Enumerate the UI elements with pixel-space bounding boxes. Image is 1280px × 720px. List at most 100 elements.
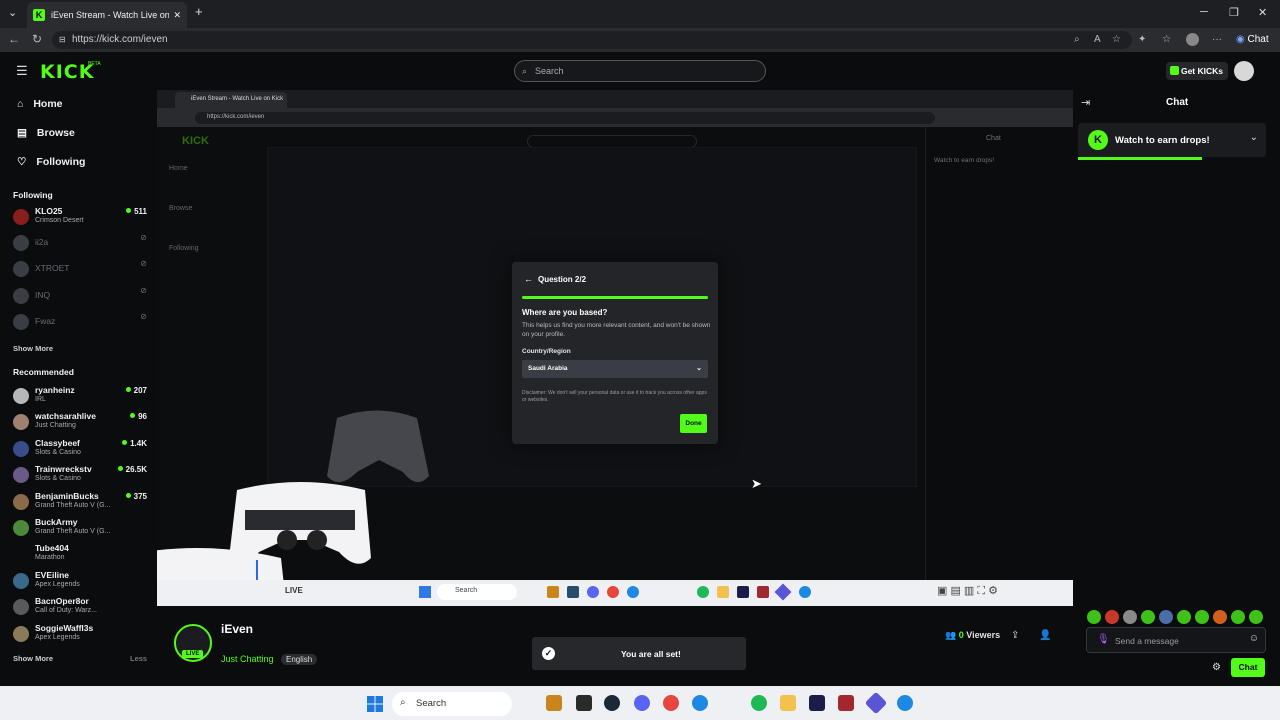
browser-address-bar: ← ↻ ⊟ https://kick.com/ieven ⌕ A ☆ ✦ ☆ ·… — [0, 28, 1280, 52]
sidebar-channel-bacnoper8or[interactable]: BacnOper8or Call of Duty: Warz... — [13, 595, 147, 621]
tab-close-icon[interactable]: ✕ — [173, 10, 181, 21]
sidebar-channel-trainwreckstv[interactable]: Trainwreckstv Slots & Casino 26.5K — [13, 463, 147, 489]
sidebar-channel-eveiline[interactable]: EVEiline Apex Legends — [13, 569, 147, 595]
discord-icon[interactable] — [634, 695, 650, 711]
nav-home[interactable]: ⌂ Home — [17, 98, 63, 110]
check-icon: ✓ — [542, 647, 555, 660]
chevron-down-icon[interactable]: ⌄ — [1250, 132, 1258, 143]
copilot-button[interactable]: ◉ Chat — [1236, 34, 1269, 45]
epic-games-icon[interactable] — [576, 695, 592, 711]
channel-name: BuckArmy — [35, 517, 78, 527]
emote-icon[interactable] — [1105, 610, 1119, 624]
site-info-icon[interactable]: ⊟ — [59, 31, 66, 49]
avatar — [13, 235, 29, 251]
browser-tab-kick[interactable]: K iEven Stream - Watch Live on Kick ✕ — [27, 2, 187, 28]
emote-icon[interactable] — [1087, 610, 1101, 624]
profile-avatar-icon[interactable] — [1186, 33, 1199, 46]
microphone-icon[interactable]: 🎙 — [1097, 634, 1110, 645]
after-effects-icon[interactable] — [809, 695, 825, 711]
emote-icon[interactable] — [1141, 610, 1155, 624]
sidebar-channel-benjaminbucks[interactable]: BenjaminBucks Grand Theft Auto V (G... 3… — [13, 490, 147, 516]
kick-logo[interactable]: KICK — [40, 61, 94, 83]
emote-icon[interactable] — [1213, 610, 1227, 624]
app-icon[interactable] — [864, 691, 888, 715]
sidebar-channel-ii2a[interactable]: ii2a ⊘ — [13, 231, 147, 257]
stream-player[interactable]: iEven Stream - Watch Live on Kick https:… — [157, 90, 1073, 606]
rockstar-icon[interactable] — [546, 695, 562, 711]
emote-icon[interactable] — [1195, 610, 1209, 624]
nav-following[interactable]: ♡ Following — [17, 156, 85, 168]
maximize-icon[interactable]: ❐ — [1229, 6, 1239, 19]
chat-settings-icon[interactable]: ⚙ — [1212, 662, 1221, 673]
sidebar-channel-ryanheinz[interactable]: ryanheinz IRL 207 — [13, 384, 147, 410]
more-menu-icon[interactable]: ··· — [1212, 34, 1222, 45]
sidebar-channel-tube404[interactable]: Tube404 Marathon — [13, 542, 147, 568]
streamer-name[interactable]: iEven — [221, 622, 253, 636]
emote-icon[interactable] — [1177, 610, 1191, 624]
nav-browse[interactable]: ▤ Browse — [17, 127, 75, 139]
chat-message-input[interactable]: 🎙 Send a message ☺ — [1086, 627, 1266, 653]
minimize-icon[interactable]: ─ — [1200, 6, 1208, 18]
favorites-icon[interactable]: ☆ — [1162, 34, 1171, 45]
favorite-star-icon[interactable]: ☆ — [1112, 34, 1121, 45]
spotify-icon[interactable] — [751, 695, 767, 711]
viewers-number: 0 — [958, 630, 964, 640]
emote-icon[interactable] — [1231, 610, 1245, 624]
emote-icon[interactable] — [1249, 610, 1263, 624]
sidebar-channel-classybeef[interactable]: Classybeef Slots & Casino 1.4K — [13, 437, 147, 463]
app-icon[interactable] — [838, 695, 854, 711]
channel-category: Slots & Casino — [35, 449, 81, 456]
sidebar-channel-xtroet[interactable]: XTROET ⊘ — [13, 257, 147, 283]
drops-banner[interactable]: K Watch to earn drops! ⌄ — [1078, 123, 1266, 157]
avatar — [13, 388, 29, 404]
sidebar-channel-klo25[interactable]: KLO25 Crimson Desert 511 — [13, 205, 147, 231]
tab-list-icon[interactable]: ⌄ — [8, 6, 17, 19]
chrome-icon[interactable] — [663, 695, 679, 711]
edge-icon[interactable] — [897, 695, 913, 711]
send-chat-button[interactable]: Chat — [1231, 658, 1265, 677]
back-arrow-icon[interactable]: ← — [524, 274, 533, 284]
sidebar-channel-watchsarahlive[interactable]: watchsarahlive Just Chatting 96 — [13, 410, 147, 436]
emote-icon[interactable] — [1123, 610, 1137, 624]
collapse-chat-icon[interactable]: ⇥ — [1081, 96, 1090, 109]
country-select[interactable]: Saudi Arabia ⌄ — [522, 360, 708, 378]
hamburger-menu-icon[interactable]: ☰ — [16, 63, 28, 79]
read-aloud-icon[interactable]: A — [1094, 34, 1101, 45]
taskbar-search[interactable]: ⌕ Search — [392, 692, 512, 716]
language-tag[interactable]: English — [281, 654, 318, 665]
player-controls-icon[interactable]: ▣ ▤ ▥ ⛶ ⚙ — [937, 584, 998, 598]
url-field[interactable]: ⊟ https://kick.com/ieven — [52, 31, 1132, 49]
close-window-icon[interactable]: ✕ — [1258, 6, 1267, 19]
windows-start-icon[interactable] — [367, 696, 383, 712]
sidebar-channel-soggiewaffl3s[interactable]: SoggieWaffl3s Apex Legends — [13, 622, 147, 648]
sidebar-channel-fwaz[interactable]: Fwaz ⊘ — [13, 310, 147, 336]
show-more-following[interactable]: Show More — [13, 344, 53, 353]
show-more-recommended[interactable]: Show More — [13, 654, 53, 663]
emote-icon[interactable] — [1159, 610, 1173, 624]
stream-category[interactable]: Just Chatting — [221, 654, 274, 664]
file-explorer-icon[interactable] — [780, 695, 796, 711]
sidebar-channel-inq[interactable]: INQ ⊘ — [13, 284, 147, 310]
new-tab-button[interactable]: + — [195, 4, 203, 19]
avatar — [13, 599, 29, 615]
show-less-recommended[interactable]: Less — [130, 654, 147, 663]
get-kicks-button[interactable]: Get KICKs — [1166, 62, 1228, 80]
zoom-icon[interactable]: ⌕ — [1074, 34, 1080, 45]
channel-name: Trainwreckstv — [35, 464, 92, 474]
steam-icon[interactable] — [604, 695, 620, 711]
channel-category: Grand Theft Auto V (G... — [35, 528, 111, 535]
user-avatar[interactable] — [1234, 61, 1254, 81]
emoji-icon[interactable]: ☺ — [1249, 633, 1259, 644]
share-icon[interactable]: ⇪ — [1011, 630, 1019, 641]
sidebar-channel-buckarmy[interactable]: BuckArmy Grand Theft Auto V (G... — [13, 516, 147, 542]
search-input[interactable]: ⌕ Search — [514, 60, 766, 82]
done-button[interactable]: Done — [680, 414, 707, 433]
channel-name: BenjaminBucks — [35, 491, 99, 501]
channel-category: Slots & Casino — [35, 475, 81, 482]
reload-icon[interactable]: ↻ — [32, 32, 42, 46]
app-icon[interactable] — [692, 695, 708, 711]
follow-icon[interactable]: 👤 — [1039, 630, 1051, 641]
avatar — [13, 626, 29, 642]
back-icon[interactable]: ← — [8, 32, 20, 46]
extensions-icon[interactable]: ✦ — [1138, 34, 1146, 45]
